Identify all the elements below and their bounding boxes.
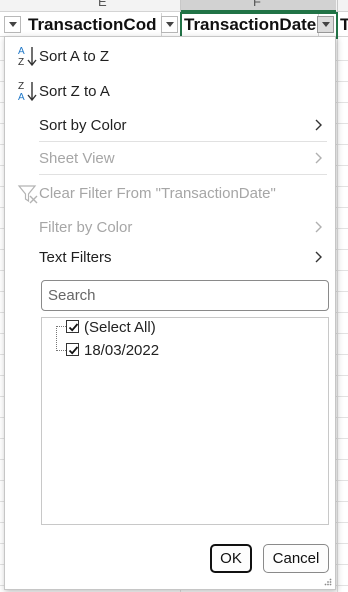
chevron-right-icon [315,251,322,263]
menu-item-label: Sort Z to A [39,82,110,100]
menu-separator [39,174,327,175]
value-checkbox[interactable] [66,343,79,356]
filter-values-list[interactable]: (Select All) 18/03/2022 [41,317,329,525]
cancel-button[interactable]: Cancel [263,544,329,573]
header-cell-transactioncode[interactable]: TransactionCod [25,13,162,37]
column-divider [337,0,338,12]
svg-text:Z: Z [18,81,24,92]
column-divider [180,0,181,12]
menu-item-sort-by-color[interactable]: Sort by Color [5,110,335,140]
ok-button[interactable]: OK [210,544,252,573]
menu-separator [39,141,327,142]
column-letter-e[interactable]: E [98,0,107,9]
tree-connector [56,326,57,351]
column-header-strip: E F [0,0,348,12]
column-letter-f[interactable]: F [253,0,261,9]
chevron-right-icon [315,221,322,233]
select-all-checkbox[interactable] [66,320,79,333]
menu-item-sort-z-to-a[interactable]: Z A Sort Z to A [5,76,335,106]
autofilter-dropdown-panel: A Z Sort A to Z Z A Sort Z to A Sort by … [4,36,336,590]
list-item-label[interactable]: (Select All) [84,319,156,336]
search-input[interactable] [42,281,328,310]
active-cell-outline [180,12,338,39]
sort-za-icon: Z A [18,81,37,103]
svg-text:A: A [18,46,25,57]
filter-dropdown-button[interactable] [4,16,21,33]
menu-item-label: Clear Filter From "TransactionDate" [39,184,276,202]
menu-item-filter-by-color: Filter by Color [5,212,335,242]
menu-item-label: Sort A to Z [39,47,110,65]
search-field[interactable] [41,280,329,311]
menu-item-clear-filter: Clear Filter From "TransactionDate" [5,178,335,208]
menu-item-text-filters[interactable]: Text Filters [5,242,335,272]
menu-item-sheet-view: Sheet View [5,143,335,173]
filter-dropdown-button[interactable] [161,16,178,33]
svg-text:A: A [18,92,25,103]
checkmark-icon [68,346,79,355]
gridline-vertical [337,12,338,592]
resize-grip-icon[interactable] [324,578,332,586]
list-item-label[interactable]: 18/03/2022 [84,342,159,359]
menu-item-label: Text Filters [39,248,112,266]
chevron-right-icon [315,119,322,131]
svg-text:Z: Z [18,57,24,68]
clear-filter-icon [17,185,38,204]
header-cell-next[interactable]: T [338,13,348,37]
sort-az-icon: A Z [18,46,37,68]
menu-item-sort-a-to-z[interactable]: A Z Sort A to Z [5,41,335,71]
chevron-right-icon [315,152,322,164]
menu-item-label: Sort by Color [39,116,127,134]
dropdown-arrow-icon [8,22,17,27]
checkmark-icon [68,323,79,332]
tree-connector [56,326,66,327]
menu-item-label: Filter by Color [39,218,133,236]
menu-item-label: Sheet View [39,149,115,167]
tree-connector [56,350,66,351]
dropdown-arrow-icon [165,22,174,27]
